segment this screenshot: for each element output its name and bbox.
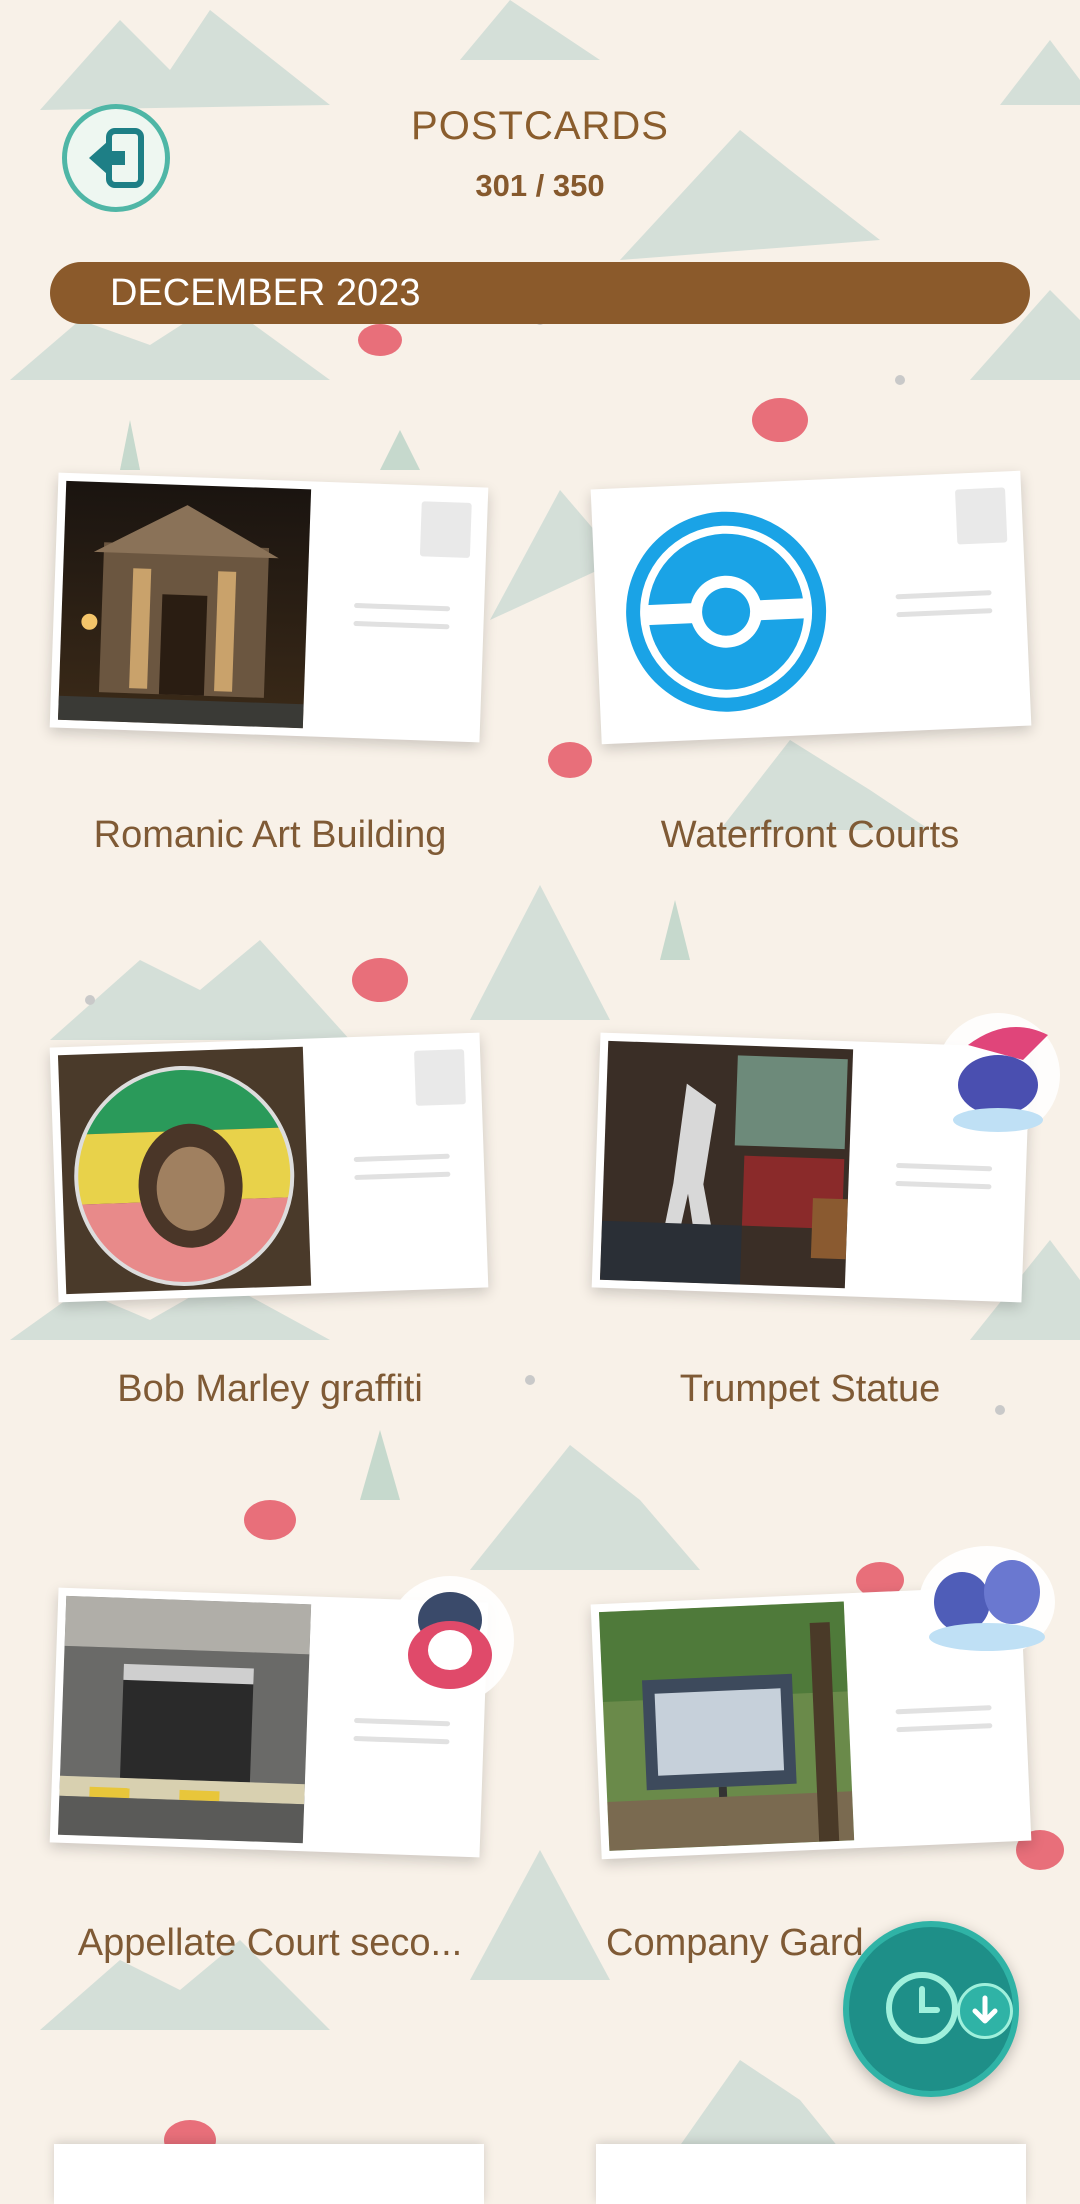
postcard-next-row-left[interactable] xyxy=(54,2144,484,2204)
postcard-label: Waterfront Courts xyxy=(660,814,960,856)
clock-icon xyxy=(886,1972,958,2044)
pokestop-icon xyxy=(626,511,827,712)
park-sign-image xyxy=(598,1601,855,1851)
postcard-label: Appellate Court seco... xyxy=(77,1922,463,1964)
postcard-history-button[interactable] xyxy=(843,1921,1019,2097)
postcard-stamp xyxy=(414,1049,466,1106)
download-arrow-icon xyxy=(972,1995,998,2024)
delibird-sticker xyxy=(386,1576,514,1704)
month-section-header: DECEMBER 2023 xyxy=(50,262,1030,324)
postcard-romanic-art-building[interactable] xyxy=(49,472,489,743)
postcard-waterfront-courts[interactable] xyxy=(590,470,1032,745)
weavile-sticker xyxy=(936,1013,1060,1137)
night-building-image xyxy=(57,505,304,729)
postcard-label: Bob Marley graffiti xyxy=(117,1368,423,1410)
postcard-photo xyxy=(57,1046,312,1295)
postcard-stamp xyxy=(419,501,472,558)
postcard-next-row-right[interactable] xyxy=(596,2144,1026,2204)
painted-sign-image xyxy=(72,1064,296,1288)
postcards-header: POSTCARDS 301 / 350 DECEMBER 2023 xyxy=(0,0,1080,330)
postcard-stamp xyxy=(954,487,1008,545)
snow-pokemon-sticker xyxy=(919,1546,1055,1658)
building-entrance-image xyxy=(57,1595,312,1844)
download-badge[interactable] xyxy=(957,1983,1013,2039)
page-title: POSTCARDS xyxy=(411,104,669,148)
postcard-count: 301 / 350 xyxy=(475,168,605,203)
postcard-label: Romanic Art Building xyxy=(93,814,447,856)
postcard-label: Company Gard... xyxy=(606,1922,896,1964)
postcard-photo xyxy=(598,1601,855,1851)
postcard-photo xyxy=(598,486,855,736)
postcard-photo xyxy=(57,480,312,729)
postcard-photo xyxy=(599,1040,854,1289)
postcard-bob-marley-graffiti[interactable] xyxy=(49,1032,489,1303)
postcard-label: Trumpet Statue xyxy=(679,1368,941,1410)
metal-statue-image xyxy=(599,1055,848,1285)
postcard-photo xyxy=(57,1595,312,1844)
month-label: DECEMBER 2023 xyxy=(110,271,421,314)
